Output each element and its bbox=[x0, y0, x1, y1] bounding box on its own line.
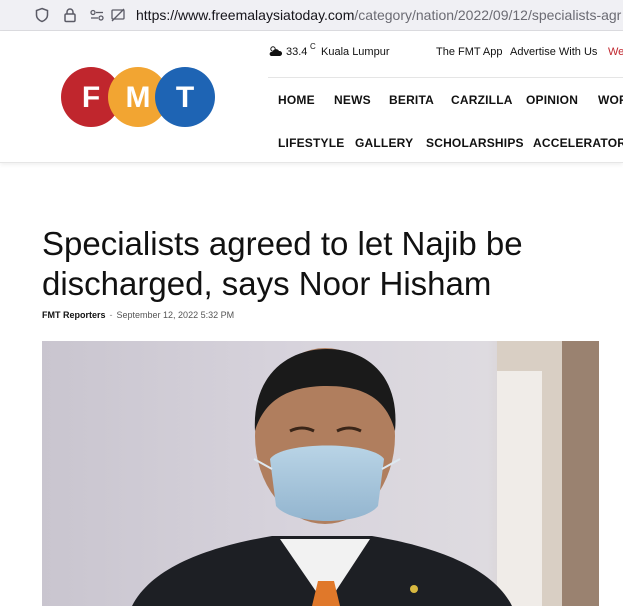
weather-temperature: 33.4 bbox=[286, 46, 308, 58]
shield-icon[interactable] bbox=[34, 7, 50, 28]
browser-address-bar: https://www.freemalaysiatoday.com/catego… bbox=[0, 0, 623, 31]
nav-home[interactable]: HOME bbox=[278, 93, 315, 107]
fmt-app-link[interactable]: The FMT App bbox=[436, 46, 502, 58]
cloud-sun-icon bbox=[268, 45, 283, 60]
article-author[interactable]: FMT Reporters bbox=[42, 310, 106, 320]
nav-divider bbox=[268, 77, 623, 78]
url-host: https://www.freemalaysiatoday.com bbox=[136, 7, 355, 23]
nav-lifestyle[interactable]: LIFESTYLE bbox=[278, 136, 344, 150]
nav-gallery[interactable]: GALLERY bbox=[355, 136, 413, 150]
nav-accelerator[interactable]: ACCELERATOR bbox=[533, 136, 623, 150]
weather-city: Kuala Lumpur bbox=[321, 46, 390, 58]
permissions-icon[interactable] bbox=[89, 7, 105, 28]
article-headline: Specialists agreed to let Najib be disch… bbox=[42, 225, 523, 302]
article-byline: FMT Reporters - September 12, 2022 5:32 PM bbox=[42, 310, 234, 320]
article-date: September 12, 2022 5:32 PM bbox=[116, 310, 235, 320]
face-mask bbox=[270, 445, 384, 521]
fmt-logo[interactable]: F M T bbox=[60, 65, 216, 129]
nav-world-truncated[interactable]: WOR bbox=[598, 93, 623, 107]
logo-letter-m: M bbox=[126, 81, 151, 114]
tracking-blocked-icon[interactable] bbox=[110, 7, 126, 28]
url-text[interactable]: https://www.freemalaysiatoday.com/catego… bbox=[136, 7, 621, 23]
advertise-link[interactable]: Advertise With Us bbox=[510, 46, 597, 58]
nav-carzilla[interactable]: CARZILLA bbox=[451, 93, 513, 107]
nav-news[interactable]: NEWS bbox=[334, 93, 371, 107]
logo-letter-t: T bbox=[176, 81, 194, 114]
lock-icon[interactable] bbox=[62, 7, 78, 28]
logo-letter-f: F bbox=[82, 81, 100, 114]
truncated-top-link[interactable]: We bbox=[608, 46, 623, 58]
url-path: /category/nation/2022/09/12/specialists-… bbox=[354, 7, 622, 23]
byline-separator: - bbox=[109, 310, 113, 320]
nav-scholarships[interactable]: SCHOLARSHIPS bbox=[426, 136, 524, 150]
article-photo[interactable] bbox=[42, 341, 599, 606]
site-header: F M T 33.4 C Kuala Lumpur The FMT App Ad… bbox=[0, 31, 623, 163]
nav-berita[interactable]: BERITA bbox=[389, 93, 434, 107]
weather-unit: C bbox=[310, 42, 316, 51]
nav-opinion[interactable]: OPINION bbox=[526, 93, 578, 107]
